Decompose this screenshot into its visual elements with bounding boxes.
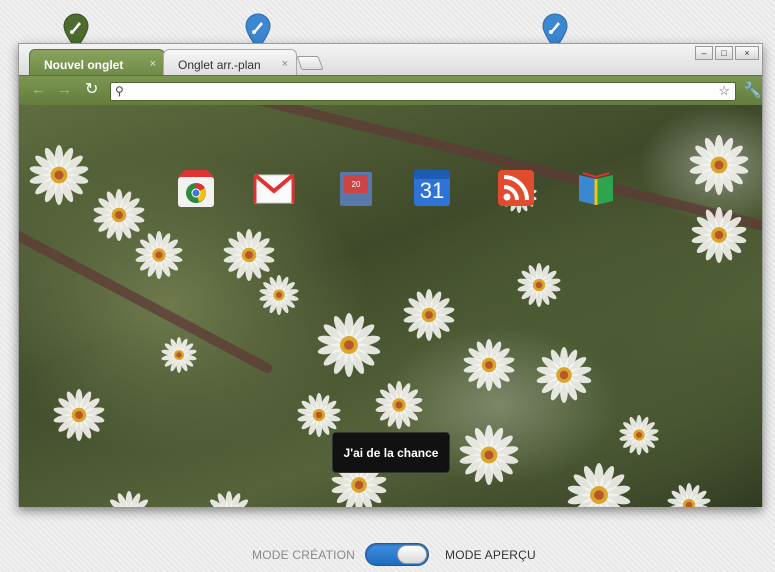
mode-preview-label[interactable]: MODE APERÇU	[445, 548, 536, 562]
reload-icon[interactable]: ↻	[85, 82, 98, 98]
search-icon: ⚲	[115, 84, 124, 98]
omnibox-input[interactable]	[131, 84, 711, 99]
maximize-button[interactable]: □	[715, 46, 733, 60]
app-address-book-icon[interactable]: 20	[335, 167, 377, 209]
svg-text:20: 20	[352, 180, 361, 189]
back-arrow-icon[interactable]: ←	[31, 82, 46, 98]
daisy-flower	[689, 135, 749, 195]
new-tab-page: 20 31 J'ai de la chance	[19, 105, 762, 507]
app-gmail-icon[interactable]	[253, 167, 295, 209]
daisy-flower	[53, 389, 105, 441]
lucky-button[interactable]: J'ai de la chance	[332, 432, 450, 473]
tab-new-tab[interactable]: Nouvel onglet ×	[29, 49, 165, 76]
browser-window: Nouvel onglet × Onglet arr.-plan × – □ ×…	[18, 43, 763, 507]
app-reader-rss-icon[interactable]	[495, 167, 537, 209]
app-books-icon[interactable]	[575, 167, 617, 209]
toggle-knob[interactable]	[397, 545, 427, 564]
tab-close-icon[interactable]: ×	[282, 58, 288, 70]
close-window-button[interactable]: ×	[735, 46, 759, 60]
daisy-flower	[691, 207, 747, 263]
wrench-icon[interactable]: 🔧	[743, 81, 762, 99]
daisy-flower	[259, 275, 299, 315]
forward-arrow-icon[interactable]: →	[57, 82, 72, 98]
calendar-day: 31	[419, 178, 445, 203]
mode-creation-label[interactable]: MODE CRÉATION	[252, 548, 355, 562]
minimize-button[interactable]: –	[695, 46, 713, 60]
daisy-flower	[205, 491, 253, 507]
daisy-flower	[567, 463, 631, 507]
app-calendar-icon[interactable]: 31	[411, 167, 453, 209]
title-bar: Nouvel onglet × Onglet arr.-plan × – □ ×	[19, 44, 762, 76]
daisy-flower	[161, 337, 197, 373]
app-chrome-web-store-icon[interactable]	[175, 167, 217, 209]
daisy-flower	[105, 491, 153, 507]
daisy-flower	[536, 347, 592, 403]
daisy-flower	[29, 145, 89, 205]
toolbar: ← → ↻ ⚲ ☆ 🔧	[19, 75, 762, 105]
daisy-flower	[459, 425, 519, 485]
tab-close-icon[interactable]: ×	[150, 58, 156, 70]
daisy-flower	[667, 483, 711, 507]
tab-label: Nouvel onglet	[44, 58, 124, 72]
daisy-flower	[619, 415, 659, 455]
daisy-flower	[403, 289, 455, 341]
daisy-flower	[223, 229, 275, 281]
mode-toggle-switch[interactable]	[365, 543, 429, 566]
daisy-flower	[463, 339, 515, 391]
daisy-flower	[517, 263, 561, 307]
daisy-flower	[375, 381, 423, 429]
daisy-flower	[317, 313, 381, 377]
bookmark-star-icon[interactable]: ☆	[718, 83, 730, 99]
background-branch	[49, 105, 762, 237]
new-tab-button[interactable]	[296, 56, 324, 70]
tab-background[interactable]: Onglet arr.-plan ×	[163, 49, 297, 76]
tab-label: Onglet arr.-plan	[178, 58, 261, 72]
daisy-flower	[297, 393, 341, 437]
daisy-flower	[135, 231, 183, 279]
omnibox[interactable]: ⚲ ☆	[110, 82, 736, 101]
